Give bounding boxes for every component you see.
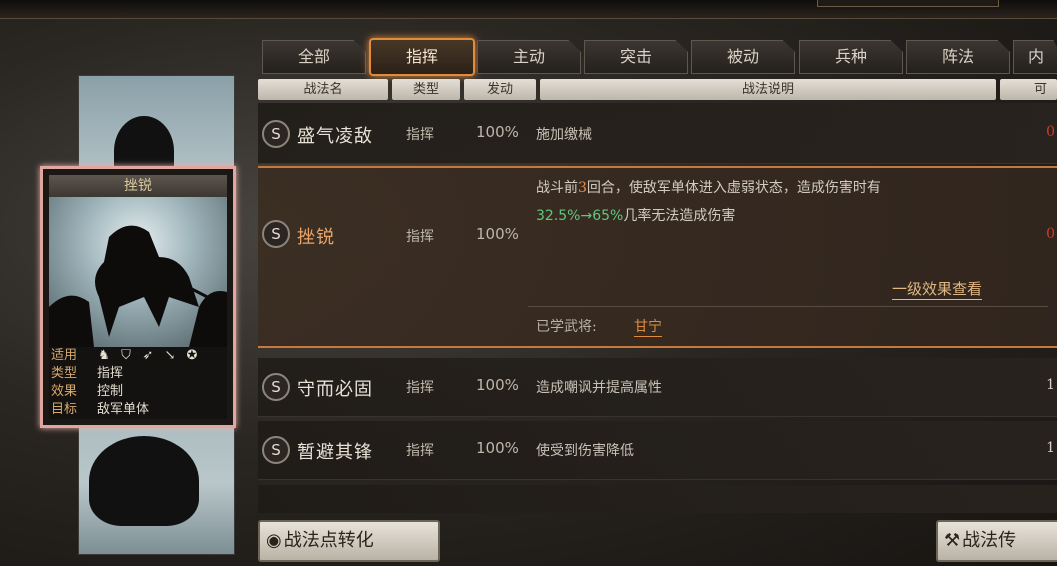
- skill-name: 守而必固: [297, 379, 373, 400]
- header-trigger[interactable]: 发动: [464, 79, 536, 100]
- spear-icon: ↘: [164, 348, 176, 363]
- header-extra[interactable]: 可: [1000, 79, 1057, 100]
- desc-text: 战斗前: [536, 180, 578, 196]
- skill-type: 指挥: [406, 229, 434, 245]
- tab-troop[interactable]: 兵种: [799, 40, 903, 74]
- tab-formation[interactable]: 阵法: [906, 40, 1010, 74]
- table-row-partial[interactable]: [258, 485, 1057, 513]
- skill-rate: 100%: [476, 123, 519, 141]
- skill-type: 指挥: [406, 443, 434, 459]
- skill-desc: 使受到伤害降低: [536, 443, 634, 459]
- info-key: 目标: [51, 402, 78, 417]
- info-value: 敌军单体: [97, 402, 150, 417]
- skill-name: 挫锐: [297, 227, 335, 248]
- selected-skill-card[interactable]: 挫锐 适用 ♞ ⛉ ➶ ↘ ✪ 类型 指挥 效果 控制 目标 敌军单体: [40, 166, 236, 428]
- desc-text: 回合，使敌军单体进入虚弱状态，造成伤害时有: [586, 180, 881, 196]
- skill-extra: 1: [1046, 377, 1055, 393]
- skill-extra: 0: [1046, 124, 1055, 140]
- bow-icon: ➶: [142, 348, 154, 363]
- skill-rate: 100%: [476, 439, 519, 457]
- desc-number: 3: [578, 180, 587, 196]
- skill-rate: 100%: [476, 376, 519, 394]
- desc-line-1: 战斗前3回合，使敌军单体进入虚弱状态，造成伤害时有: [536, 174, 1006, 202]
- tab-command[interactable]: 指挥: [369, 38, 475, 76]
- skill-list: S 盛气凌敌 指挥 100% 施加缴械 0 S 挫锐 指挥 100% 战斗前3回…: [258, 103, 1057, 513]
- info-key: 适用: [51, 348, 78, 363]
- convert-label: 战法点转化: [283, 530, 374, 551]
- grade-badge: S: [262, 373, 290, 401]
- tab-internal[interactable]: 内: [1013, 40, 1057, 74]
- skill-desc: 战斗前3回合，使敌军单体进入虚弱状态，造成伤害时有 32.5%→65%几率无法造…: [536, 174, 1006, 230]
- rider-art-icon: [49, 225, 227, 347]
- skill-extra: 0: [1046, 226, 1055, 242]
- soldiers-silhouette: [89, 436, 199, 526]
- tab-active[interactable]: 主动: [477, 40, 581, 74]
- table-header: 战法名 类型 发动 战法说明 可: [258, 79, 1057, 101]
- transfer-skill-button[interactable]: ⚒ 战法传: [936, 520, 1057, 562]
- table-row[interactable]: S 盛气凌敌 指挥 100% 施加缴械 0: [258, 103, 1057, 164]
- skill-extra: 1: [1046, 440, 1055, 456]
- info-value: 指挥: [97, 366, 124, 381]
- level-effect-link[interactable]: 一级效果查看: [891, 278, 982, 300]
- card-info-row: 类型 指挥: [49, 365, 227, 383]
- wheel-icon: ✪: [186, 348, 198, 363]
- desc-line-2: 32.5%→65%几率无法造成伤害: [536, 202, 1006, 230]
- table-row[interactable]: S 暂避其锋 指挥 100% 使受到伤害降低 1: [258, 421, 1057, 480]
- skill-desc: 造成嘲讽并提高属性: [536, 380, 662, 396]
- shield-icon: ⛉: [121, 348, 131, 363]
- tab-all[interactable]: 全部: [262, 40, 366, 74]
- category-tabs: 全部 指挥 主动 突击 被动 兵种 阵法 内: [262, 38, 1057, 76]
- cavalry-icon: ♞: [98, 348, 110, 363]
- grade-badge: S: [262, 120, 290, 148]
- tab-assault[interactable]: 突击: [584, 40, 688, 74]
- top-search-box[interactable]: [817, 0, 999, 7]
- skill-desc: 施加缴械: [536, 127, 592, 143]
- top-bar: [0, 0, 1057, 19]
- info-value: 控制: [97, 384, 124, 399]
- skill-rate: 100%: [476, 225, 519, 243]
- desc-text: 几率无法造成伤害: [623, 208, 736, 224]
- desc-percent: 32.5%→65%: [536, 208, 624, 224]
- grade-badge: S: [262, 436, 290, 464]
- table-row-selected[interactable]: S 挫锐 指挥 100% 战斗前3回合，使敌军单体进入虚弱状态，造成伤害时有 3…: [258, 166, 1057, 348]
- skill-type: 指挥: [406, 380, 434, 396]
- convert-points-button[interactable]: ◉ 战法点转化: [258, 520, 440, 562]
- hammer-icon: ⚒: [944, 530, 961, 551]
- skill-name: 暂避其锋: [297, 442, 373, 463]
- grade-badge: S: [262, 220, 290, 248]
- card-info: 适用 ♞ ⛉ ➶ ↘ ✪ 类型 指挥 效果 控制 目标 敌军单体: [49, 347, 227, 419]
- skill-name: 盛气凌敌: [297, 126, 373, 147]
- info-key: 类型: [51, 366, 78, 381]
- tab-passive[interactable]: 被动: [691, 40, 795, 74]
- header-desc: 战法说明: [540, 79, 996, 100]
- table-row[interactable]: S 守而必固 指挥 100% 造成嘲讽并提高属性 1: [258, 358, 1057, 417]
- divider: [528, 306, 1048, 307]
- header-name[interactable]: 战法名: [258, 79, 388, 100]
- card-info-row: 目标 敌军单体: [49, 401, 227, 419]
- card-title: 挫锐: [49, 175, 227, 197]
- card-art: [49, 197, 227, 347]
- learned-general-label: 已学武将:: [536, 319, 597, 335]
- learned-general-link[interactable]: 甘宁: [634, 316, 662, 337]
- card-info-row: 适用 ♞ ⛉ ➶ ↘ ✪: [49, 347, 227, 365]
- unit-type-icons: ♞ ⛉ ➶ ↘ ✪: [97, 347, 207, 365]
- info-key: 效果: [51, 384, 78, 399]
- transfer-label: 战法传: [962, 530, 1017, 551]
- coin-icon: ◉: [266, 530, 282, 551]
- skill-type: 指挥: [406, 127, 434, 143]
- header-type[interactable]: 类型: [392, 79, 460, 100]
- card-info-row: 效果 控制: [49, 383, 227, 401]
